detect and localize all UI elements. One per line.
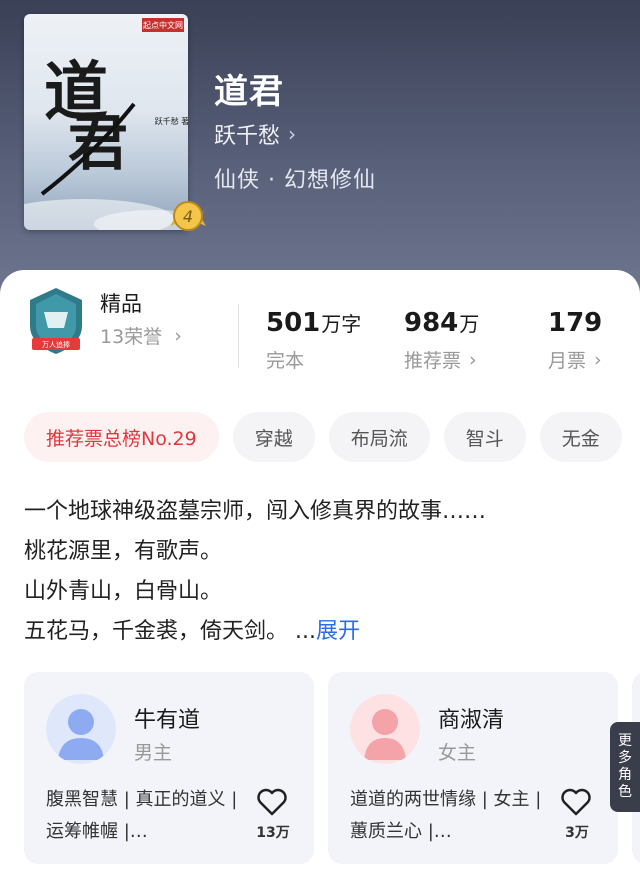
role-desc: 道道的两世情缘 | 女主 | 蕙质兰心 |… bbox=[350, 789, 542, 842]
more-roles-char: 多 bbox=[618, 750, 632, 766]
cover-author: 跃千愁 著 bbox=[155, 116, 188, 126]
chevron-right-icon: › bbox=[288, 122, 297, 146]
more-roles-button[interactable]: 更 多 角 色 bbox=[610, 722, 640, 812]
stat-label: 推荐票 bbox=[404, 350, 462, 372]
role-kind: 女主 bbox=[438, 742, 477, 764]
role-kind: 男主 bbox=[134, 742, 173, 764]
author-name: 跃千愁 bbox=[214, 124, 281, 149]
book-header: 起点中文网 道 君 跃千愁 著 4 道君 跃千愁 › 仙侠 · 幻想修仙 bbox=[0, 0, 640, 300]
more-roles-char: 角 bbox=[618, 767, 632, 783]
tag-item[interactable]: 无金 bbox=[539, 412, 622, 462]
book-info-card: 万人追捧 精品 13荣誉 › 501 万字 完本 984 万 推荐票 › 179 月票… bbox=[0, 270, 640, 874]
more-roles-char: 更 bbox=[618, 733, 632, 749]
expand-link[interactable]: 展开 bbox=[316, 619, 360, 644]
description-line: 山外青山，白骨山。 bbox=[24, 579, 223, 604]
role-list: 牛有道 男主 腹黑智慧 | 真正的道义 | 运筹帷幄 |… 13万 商淑清 女主… bbox=[24, 672, 640, 872]
honor-emblem-icon[interactable]: 万人追捧 bbox=[26, 286, 86, 356]
honor-link[interactable]: 13荣誉 › bbox=[100, 322, 182, 349]
tag-rank[interactable]: 推荐票总榜No.29 bbox=[24, 412, 219, 462]
stat-value: 179 bbox=[548, 308, 603, 338]
cover-publisher: 起点中文网 bbox=[143, 20, 183, 30]
tag-list: 推荐票总榜No.29 穿越 布局流 智斗 无金 bbox=[24, 412, 622, 462]
role-desc: 腹黑智慧 | 真正的道义 | 运筹帷幄 |… bbox=[46, 789, 238, 842]
like-count: 3万 bbox=[565, 825, 589, 841]
stat-value: 501 bbox=[266, 308, 321, 338]
stat-label: 月票 bbox=[548, 350, 587, 372]
description-ellipsis: ... bbox=[288, 619, 316, 644]
role-name: 商淑清 bbox=[438, 708, 505, 733]
chevron-right-icon: › bbox=[174, 324, 182, 347]
stat-value: 984 bbox=[404, 308, 459, 338]
like-count: 13万 bbox=[256, 825, 290, 841]
book-genre: 仙侠 · 幻想修仙 bbox=[214, 168, 376, 193]
role-card[interactable]: 牛有道 男主 腹黑智慧 | 真正的道义 | 运筹帷幄 |… 13万 bbox=[24, 672, 314, 864]
book-title: 道君 bbox=[214, 72, 284, 112]
honor-count: 13荣誉 bbox=[100, 326, 163, 348]
stat-unit: 万 bbox=[459, 312, 480, 336]
honor-title: 精品 bbox=[100, 292, 142, 316]
avatar bbox=[350, 694, 420, 764]
stat-unit: 万字 bbox=[321, 312, 362, 336]
description-line: 五花马，千金裘，倚天剑。 bbox=[24, 619, 289, 644]
cover-art: 起点中文网 道 君 跃千愁 著 bbox=[24, 18, 188, 230]
role-card[interactable]: 商淑清 女主 道道的两世情缘 | 女主 | 蕙质兰心 |… 3万 bbox=[328, 672, 618, 864]
stat-word-count: 501 万字 完本 bbox=[266, 308, 361, 373]
description-line: 一个地球神级盗墓宗师，闯入修真界的故事…… bbox=[24, 499, 487, 524]
heart-outline-icon[interactable] bbox=[560, 788, 592, 816]
stat-monthly-votes[interactable]: 179 月票 › bbox=[548, 308, 602, 373]
emblem-caption: 万人追捧 bbox=[42, 340, 70, 349]
book-cover[interactable]: 起点中文网 道 君 跃千愁 著 bbox=[24, 14, 188, 230]
tag-item[interactable]: 布局流 bbox=[328, 412, 430, 462]
book-description[interactable]: 一个地球神级盗墓宗师，闯入修真界的故事…… 桃花源里，有歌声。 山外青山，白骨山… bbox=[24, 492, 486, 652]
description-line-last: 五花马，千金裘，倚天剑。 ...展开 bbox=[24, 612, 486, 652]
level-badge-icon: 4 bbox=[168, 201, 208, 231]
stat-label: 完本 bbox=[266, 350, 305, 372]
level-badge-number: 4 bbox=[183, 207, 193, 226]
tag-item[interactable]: 智斗 bbox=[443, 412, 526, 462]
chevron-right-icon: › bbox=[594, 348, 602, 371]
stat-recommend-votes[interactable]: 984 万 推荐票 › bbox=[404, 308, 479, 373]
tag-item[interactable]: 穿越 bbox=[232, 412, 315, 462]
heart-outline-icon[interactable] bbox=[256, 788, 288, 816]
chevron-right-icon: › bbox=[469, 348, 477, 371]
more-roles-char: 色 bbox=[618, 784, 632, 800]
role-name: 牛有道 bbox=[134, 708, 201, 733]
avatar bbox=[46, 694, 116, 764]
description-line: 桃花源里，有歌声。 bbox=[24, 539, 223, 564]
divider bbox=[238, 304, 239, 368]
author-link[interactable]: 跃千愁 › bbox=[214, 118, 296, 150]
